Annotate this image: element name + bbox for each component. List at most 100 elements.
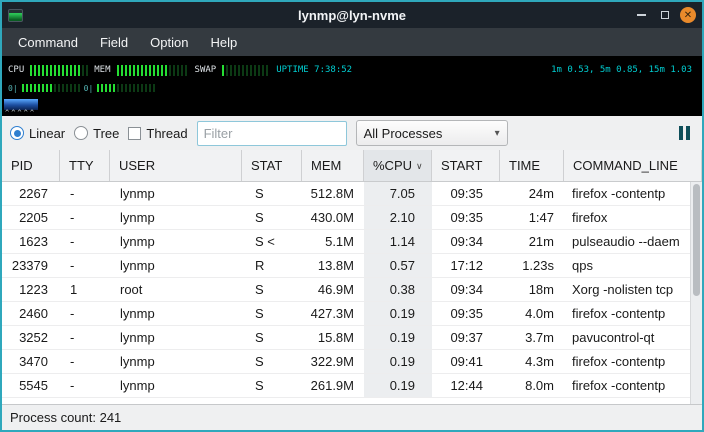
- cell-stat: S: [242, 326, 302, 349]
- cell-start: 17:12: [432, 254, 500, 277]
- cell-user: lynmp: [110, 254, 242, 277]
- cell-stat: S: [242, 374, 302, 397]
- cell-mem: 512.8M: [302, 182, 364, 205]
- vertical-scrollbar[interactable]: [690, 182, 702, 404]
- column-header-pid[interactable]: PID: [2, 150, 60, 181]
- cell-stat: R: [242, 254, 302, 277]
- maximize-button[interactable]: [656, 6, 674, 24]
- cpu-meter: [30, 65, 88, 76]
- cell-user: lynmp: [110, 182, 242, 205]
- column-header-stat[interactable]: STAT: [242, 150, 302, 181]
- linear-radio[interactable]: [10, 126, 24, 140]
- cell-time: 1.23s: [500, 254, 564, 277]
- cell-cpu: 7.05: [364, 182, 432, 205]
- column-header-cpu[interactable]: %CPU ∨: [364, 150, 432, 181]
- column-label: COMMAND_LINE: [573, 158, 678, 173]
- cell-stat: S: [242, 278, 302, 301]
- cell-stat: S: [242, 350, 302, 373]
- filter-input[interactable]: [197, 121, 347, 146]
- column-label: MEM: [311, 158, 341, 173]
- cell-pid: 1623: [2, 230, 60, 253]
- status-bar: Process count: 241: [2, 404, 702, 430]
- cell-command-line: firefox -contentp: [564, 374, 702, 397]
- sort-desc-icon: ∨: [416, 161, 423, 172]
- titlebar[interactable]: lynmp@lyn-nvme ✕: [2, 2, 702, 28]
- column-header-mem[interactable]: MEM: [302, 150, 364, 181]
- thread-checkbox[interactable]: [128, 127, 141, 140]
- column-label: %CPU: [373, 158, 412, 173]
- cell-time: 4.3m: [500, 350, 564, 373]
- thread-checkbox-group[interactable]: Thread: [128, 126, 187, 141]
- menu-help[interactable]: Help: [200, 32, 247, 53]
- scrollbar-thumb[interactable]: [693, 184, 700, 296]
- column-header-start[interactable]: START: [432, 150, 500, 181]
- cell-pid: 2267: [2, 182, 60, 205]
- cell-start: 09:34: [432, 278, 500, 301]
- cell-cpu: 0.19: [364, 326, 432, 349]
- column-header-command-line[interactable]: COMMAND_LINE: [564, 150, 702, 181]
- cell-mem: 13.8M: [302, 254, 364, 277]
- cell-tty: -: [60, 302, 110, 325]
- cell-time: 8.0m: [500, 374, 564, 397]
- maximize-icon: [661, 11, 669, 19]
- table-row[interactable]: 12231rootS46.9M0.3809:3418mXorg -noliste…: [2, 278, 702, 302]
- cell-tty: -: [60, 326, 110, 349]
- column-label: USER: [119, 158, 155, 173]
- process-scope-select[interactable]: All Processes ▾: [356, 120, 508, 146]
- load-average-text: 1m 0.53, 5m 0.85, 15m 1.03: [551, 65, 696, 75]
- menu-field[interactable]: Field: [90, 32, 138, 53]
- graph-tick-marks: ^^^^^: [5, 110, 36, 117]
- mem-label: MEM: [94, 65, 110, 75]
- table-row[interactable]: 2460-lynmpS427.3M0.1909:354.0mfirefox -c…: [2, 302, 702, 326]
- column-header-user[interactable]: USER: [110, 150, 242, 181]
- column-label: START: [441, 158, 482, 173]
- cell-cpu: 0.19: [364, 350, 432, 373]
- swap-meter: [222, 65, 270, 76]
- linear-radio-label: Linear: [29, 126, 65, 141]
- table-row[interactable]: 2267-lynmpS512.8M7.0509:3524mfirefox -co…: [2, 182, 702, 206]
- menu-option[interactable]: Option: [140, 32, 198, 53]
- cell-start: 09:41: [432, 350, 500, 373]
- cell-pid: 2205: [2, 206, 60, 229]
- pause-button[interactable]: [675, 123, 694, 143]
- process-count-text: Process count: 241: [10, 410, 121, 425]
- cell-command-line: pavucontrol-qt: [564, 326, 702, 349]
- table-row[interactable]: 2205-lynmpS430.0M2.1009:351:47firefox: [2, 206, 702, 230]
- cell-tty: -: [60, 374, 110, 397]
- cell-cpu: 0.38: [364, 278, 432, 301]
- cell-tty: -: [60, 230, 110, 253]
- column-header-time[interactable]: TIME: [500, 150, 564, 181]
- cell-stat: S: [242, 206, 302, 229]
- table-row[interactable]: 5545-lynmpS261.9M0.1912:448.0mfirefox -c…: [2, 374, 702, 398]
- minimize-button[interactable]: [632, 6, 650, 24]
- table-row[interactable]: 3252-lynmpS15.8M0.1909:373.7mpavucontrol…: [2, 326, 702, 350]
- tree-radio-group[interactable]: Tree: [74, 126, 119, 141]
- cell-user: lynmp: [110, 350, 242, 373]
- history-graph-strip[interactable]: ^^^^^: [2, 98, 702, 116]
- cell-pid: 23379: [2, 254, 60, 277]
- cpu-label: CPU: [8, 65, 24, 75]
- menu-command[interactable]: Command: [8, 32, 88, 53]
- table-row[interactable]: 1623-lynmpS <5.1M1.1409:3421mpulseaudio …: [2, 230, 702, 254]
- cell-start: 09:35: [432, 302, 500, 325]
- column-label: TTY: [69, 158, 94, 173]
- cell-cpu: 1.14: [364, 230, 432, 253]
- close-icon: ✕: [684, 10, 692, 21]
- cell-time: 4.0m: [500, 302, 564, 325]
- linear-radio-group[interactable]: Linear: [10, 126, 65, 141]
- table-row[interactable]: 23379-lynmpR13.8M0.5717:121.23sqps: [2, 254, 702, 278]
- table-row[interactable]: 3470-lynmpS322.9M0.1909:414.3mfirefox -c…: [2, 350, 702, 374]
- table-body: 2267-lynmpS512.8M7.0509:3524mfirefox -co…: [2, 182, 702, 398]
- cell-user: lynmp: [110, 326, 242, 349]
- column-header-tty[interactable]: TTY: [60, 150, 110, 181]
- cell-pid: 2460: [2, 302, 60, 325]
- cell-stat: S <: [242, 230, 302, 253]
- scale-tick: 0|: [84, 84, 94, 93]
- cell-tty: 1: [60, 278, 110, 301]
- monitor-row-main: CPU MEM SWAP UPTIME 7:38:52 1m 0.53, 5m …: [8, 59, 696, 81]
- cell-start: 09:35: [432, 182, 500, 205]
- tree-radio[interactable]: [74, 126, 88, 140]
- cell-pid: 1223: [2, 278, 60, 301]
- cell-cpu: 0.19: [364, 374, 432, 397]
- close-button[interactable]: ✕: [680, 7, 696, 23]
